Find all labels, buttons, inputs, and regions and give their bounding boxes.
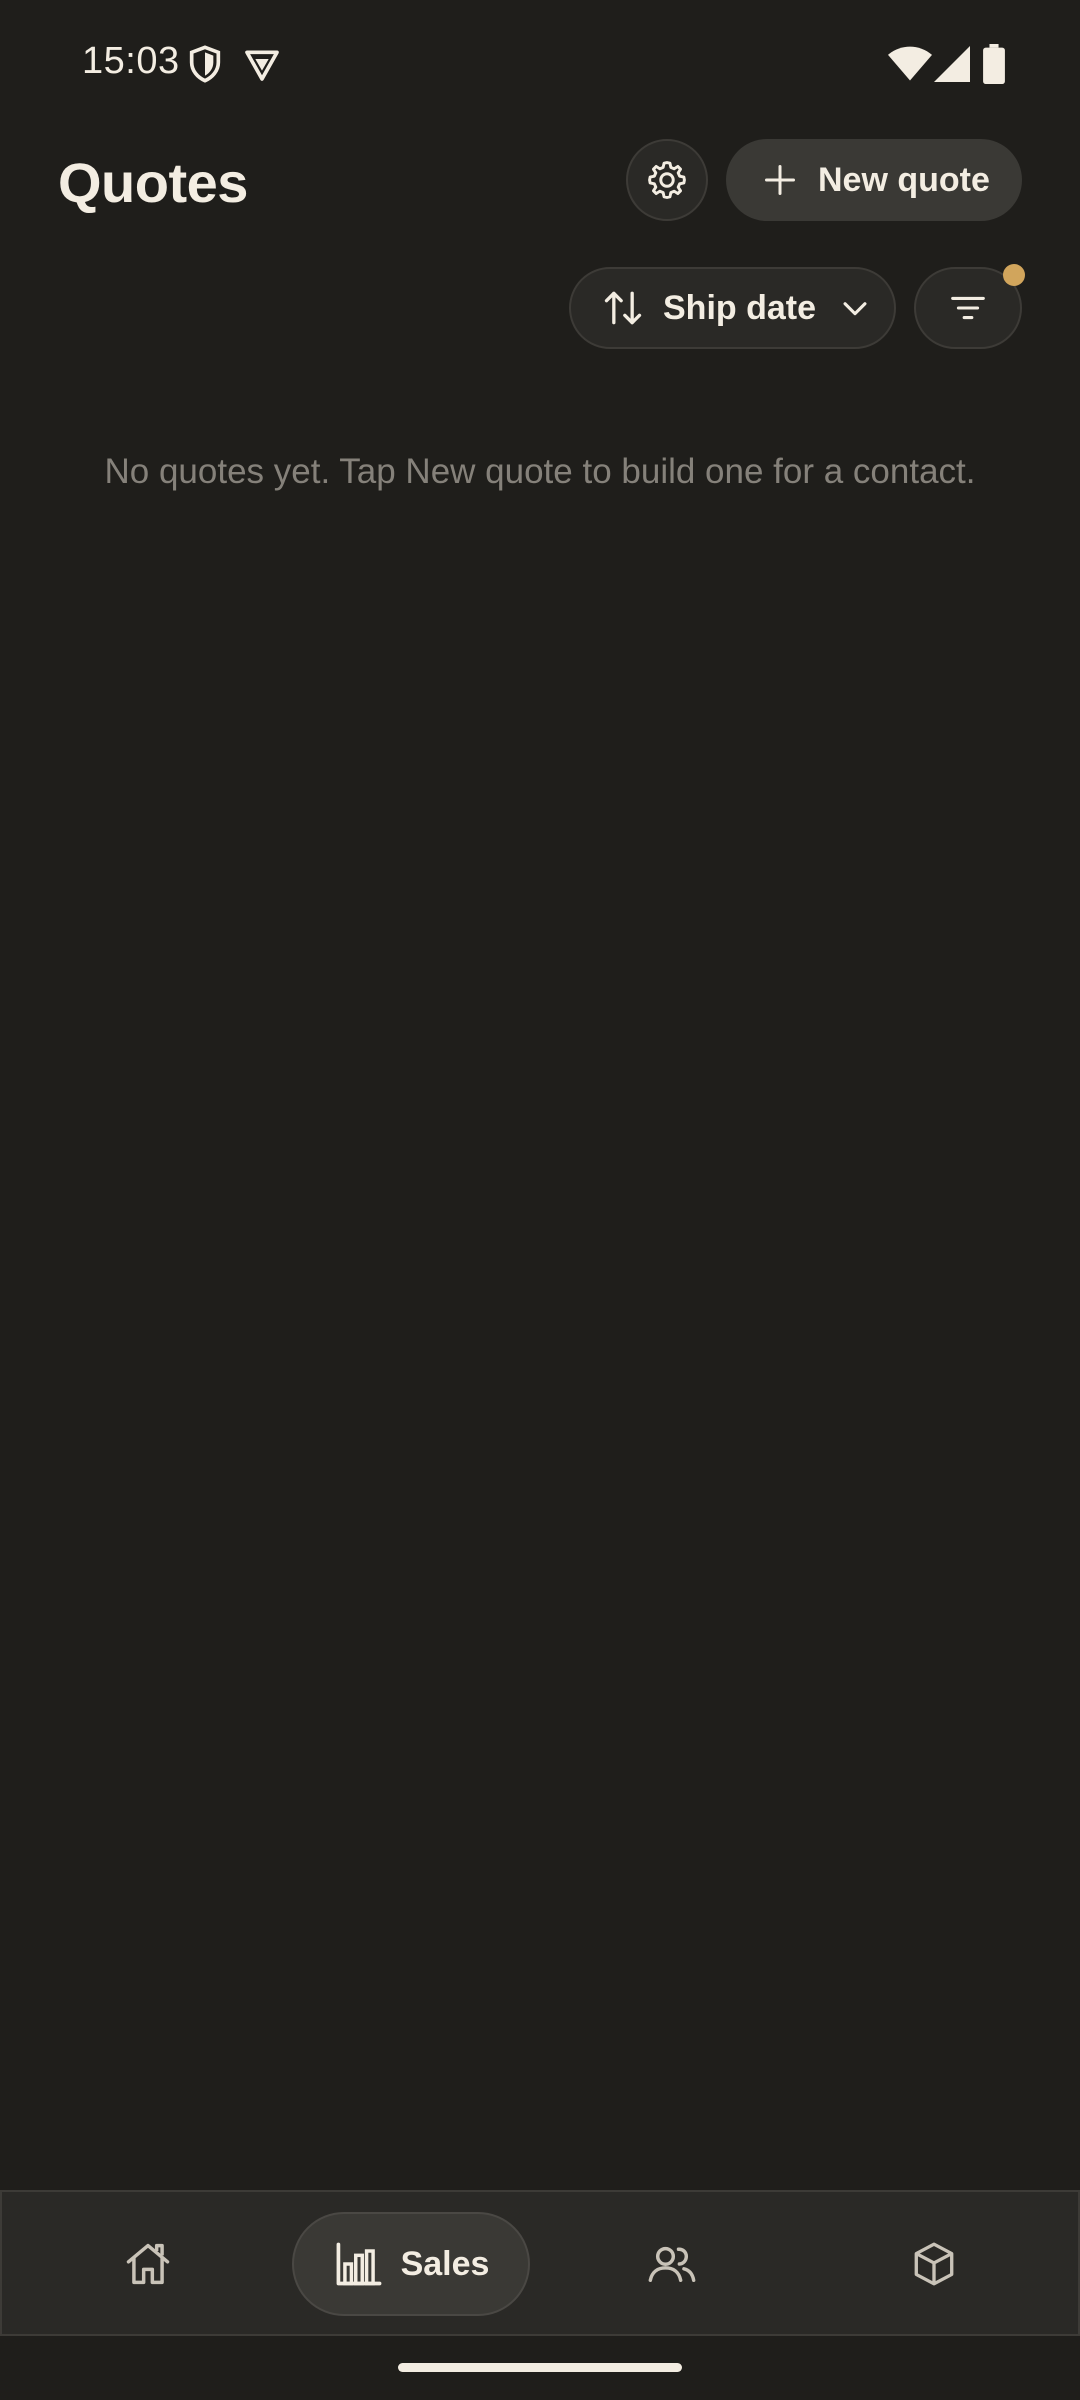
new-quote-button[interactable]: New quote [726,139,1022,221]
bar-chart-icon [336,2242,381,2286]
box-icon [914,2242,954,2286]
filter-icon [951,296,985,320]
vpn-icon [245,50,279,81]
new-quote-label: New quote [818,160,990,199]
page-title: Quotes [58,151,248,214]
nav-item-sales[interactable]: Sales [292,2212,530,2316]
nav-item-sales-label: Sales [400,2244,490,2283]
gear-icon [648,161,686,199]
status-time: 15:03 [82,40,180,82]
shield-icon [189,45,221,83]
bottom-navigation: Sales [0,2190,1080,2336]
people-icon [648,2246,696,2282]
plus-icon [765,165,795,195]
settings-button[interactable] [626,139,708,221]
nav-item-contacts[interactable] [622,2212,722,2316]
quotes-screen: 15:03 Quotes New quote Ship date No quot… [0,0,1080,2400]
sort-label: Ship date [663,288,817,327]
chevron-down-icon [843,302,867,316]
nav-item-products[interactable] [884,2212,984,2316]
sort-arrows-icon [604,291,642,325]
sort-dropdown[interactable]: Ship date [569,267,896,349]
home-icon [126,2243,170,2285]
battery-icon [983,44,1005,84]
empty-state-message: No quotes yet. Tap New quote to build on… [104,452,976,491]
home-indicator[interactable] [398,2363,682,2372]
status-bar: 15:03 [0,0,1080,128]
signal-icon [934,46,970,82]
nav-item-home[interactable] [98,2212,198,2316]
wifi-icon [888,46,932,81]
filter-active-dot [1003,264,1025,286]
